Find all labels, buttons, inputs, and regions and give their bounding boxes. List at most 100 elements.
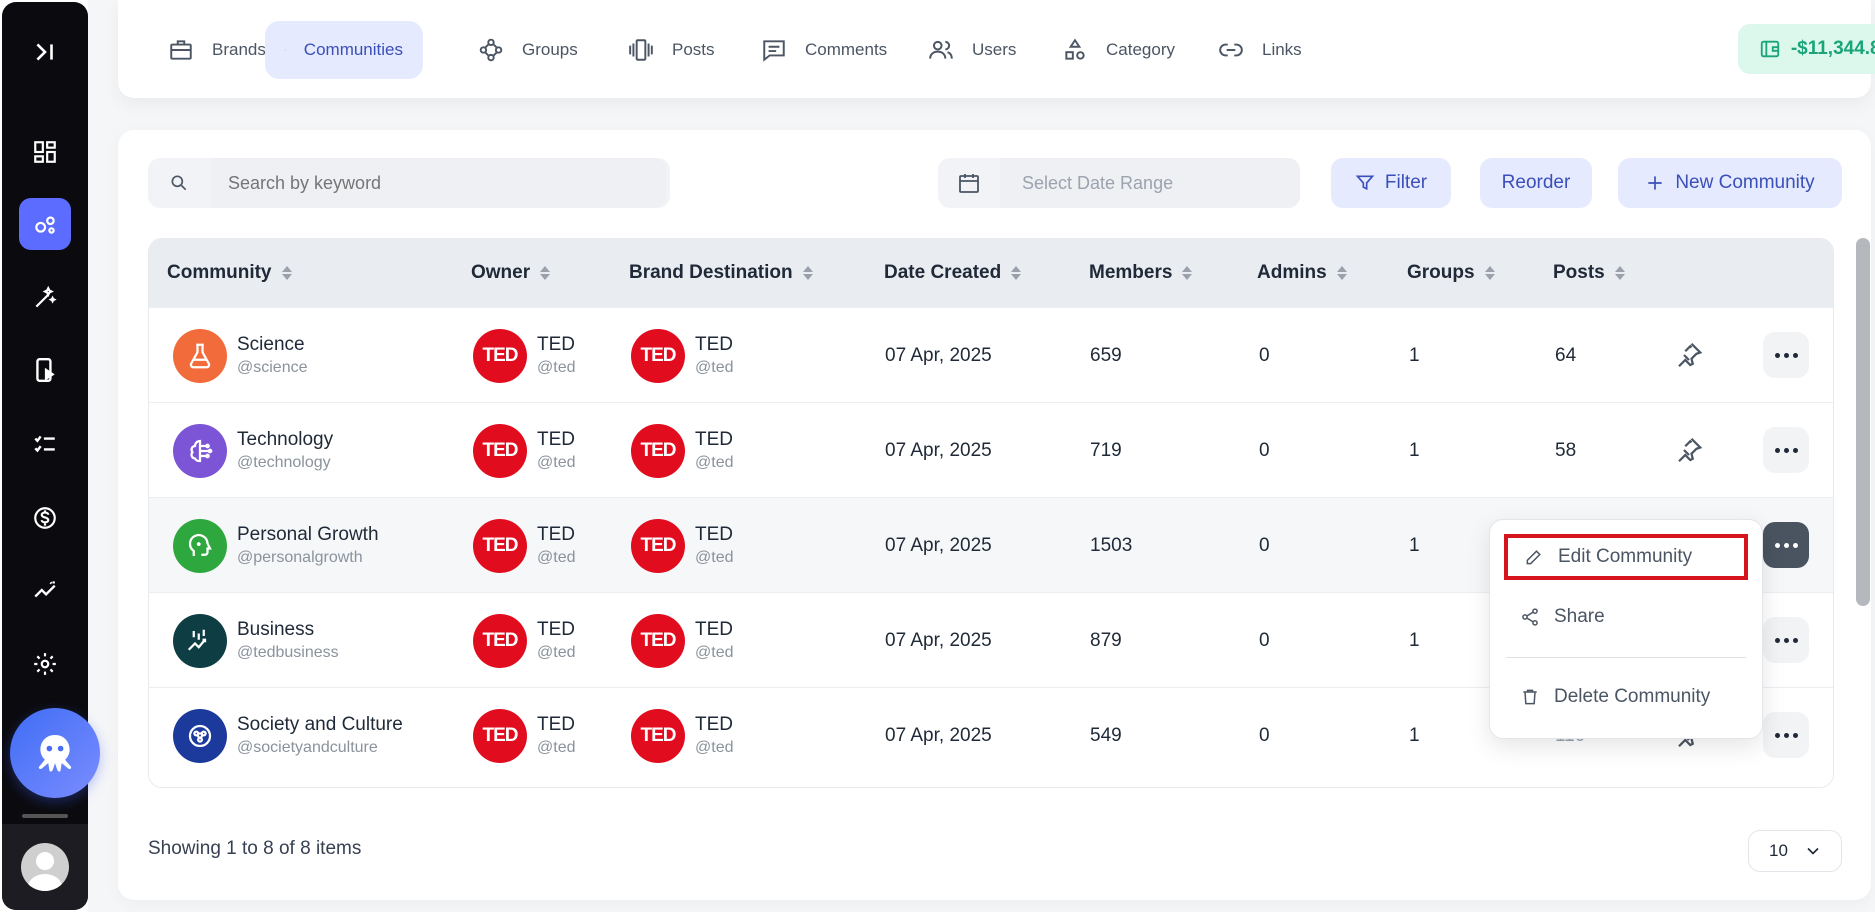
nav-comments[interactable]: Comments — [741, 21, 907, 79]
reorder-button[interactable]: Reorder — [1480, 158, 1592, 208]
expand-sidebar-icon[interactable] — [19, 26, 71, 78]
ted-logo-icon: TED — [631, 423, 685, 478]
nav-groups-label: Groups — [522, 40, 578, 59]
more-actions-button[interactable] — [1763, 617, 1809, 663]
col-members[interactable]: Members — [1089, 239, 1193, 307]
share-menu-item[interactable]: Share — [1504, 594, 1748, 640]
delete-community-menu-item[interactable]: Delete Community — [1504, 674, 1748, 720]
community-cell: Business @tedbusiness — [173, 593, 339, 688]
dollar-icon[interactable] — [19, 492, 71, 544]
analytics-icon[interactable] — [19, 564, 71, 616]
search-icon — [148, 158, 210, 208]
table-row[interactable]: Technology @technology TED TED @ted TED TE… — [149, 402, 1833, 498]
comment-icon — [763, 40, 785, 62]
checklist-icon[interactable] — [19, 418, 71, 470]
brand-handle: @ted — [695, 739, 734, 756]
settings-icon[interactable] — [19, 638, 71, 690]
brand-cell: TED TED @ted — [631, 498, 733, 593]
date-range-picker[interactable]: Select Date Range — [938, 158, 1300, 208]
date-created: 07 Apr, 2025 — [885, 534, 992, 556]
more-icon — [1774, 637, 1798, 643]
pin-icon[interactable] — [1667, 333, 1711, 377]
mobile-play-icon[interactable] — [19, 344, 71, 396]
community-cell: Technology @technology — [173, 403, 333, 498]
chevron-down-icon — [1807, 847, 1819, 855]
col-admins-label: Admins — [1257, 262, 1327, 283]
nav-links[interactable]: Links — [1198, 21, 1322, 79]
personal-growth-head-icon — [173, 518, 227, 573]
nav-users[interactable]: Users — [908, 21, 1036, 79]
magic-wand-icon[interactable] — [19, 272, 71, 324]
pin-icon[interactable] — [1667, 428, 1711, 472]
business-chart-icon — [173, 613, 227, 668]
brand-handle: @ted — [695, 359, 734, 376]
user-avatar[interactable] — [2, 824, 88, 910]
nav-users-label: Users — [972, 40, 1017, 59]
owner-cell: TED TED @ted — [473, 498, 575, 593]
nav-groups[interactable]: Groups — [458, 21, 598, 79]
nav-category[interactable]: Category — [1042, 21, 1195, 79]
nav-links-label: Links — [1262, 40, 1302, 59]
col-community[interactable]: Community — [167, 239, 292, 307]
date-created: 07 Apr, 2025 — [885, 439, 992, 461]
nav-posts[interactable]: Posts — [608, 21, 735, 79]
octopus-assistant-icon[interactable] — [10, 708, 100, 798]
posts-icon — [629, 39, 653, 61]
col-brand-destination[interactable]: Brand Destination — [629, 239, 813, 307]
edit-community-menu-item[interactable]: Edit Community — [1504, 534, 1748, 580]
brand-name: TED — [695, 714, 733, 735]
col-owner[interactable]: Owner — [471, 239, 551, 307]
owner-name: TED — [537, 619, 575, 640]
dashboard-icon[interactable] — [19, 126, 71, 178]
nav-communities-label: Communities — [303, 40, 403, 59]
owner-handle: @ted — [537, 454, 576, 471]
menu-divider — [1506, 657, 1746, 658]
owner-cell: TED TED @ted — [473, 308, 575, 403]
col-posts[interactable]: Posts — [1553, 239, 1625, 307]
avatar-placeholder-icon — [21, 843, 69, 891]
wallet-balance[interactable]: -$11,344.83 — [1738, 24, 1875, 74]
col-groups[interactable]: Groups — [1407, 239, 1495, 307]
date-created: 07 Apr, 2025 — [885, 629, 992, 651]
owner-name: TED — [537, 429, 575, 450]
top-navigation: Brands Communities Groups Posts Comments… — [118, 0, 1875, 98]
communities-nav-icon[interactable] — [19, 198, 71, 250]
more-actions-button[interactable] — [1763, 522, 1809, 568]
ted-logo-icon: TED — [631, 518, 685, 573]
admins-count: 0 — [1259, 629, 1270, 651]
groups-count: 1 — [1409, 629, 1420, 651]
col-admins[interactable]: Admins — [1257, 239, 1347, 307]
search-input[interactable] — [210, 158, 666, 208]
community-name: Personal Growth — [237, 524, 379, 545]
nav-category-label: Category — [1106, 40, 1175, 59]
scrollbar[interactable] — [1856, 238, 1870, 606]
col-date-created-label: Date Created — [884, 262, 1002, 283]
owner-cell: TED TED @ted — [473, 688, 575, 783]
more-actions-button[interactable] — [1763, 712, 1809, 758]
table-row[interactable]: Science @science TED TED @ted TED TED @ted … — [149, 307, 1833, 403]
pencil-icon — [1526, 550, 1541, 565]
date-created: 07 Apr, 2025 — [885, 344, 992, 366]
page-size-select[interactable]: 10 — [1748, 830, 1842, 872]
owner-handle: @ted — [537, 644, 576, 661]
more-actions-button[interactable] — [1763, 427, 1809, 473]
members-count: 879 — [1090, 629, 1122, 651]
ted-logo-icon: TED — [631, 328, 685, 383]
more-icon — [1774, 732, 1798, 738]
community-cell: Personal Growth @personalgrowth — [173, 498, 379, 593]
new-community-button[interactable]: New Community — [1618, 158, 1842, 208]
admins-count: 0 — [1259, 724, 1270, 746]
col-brand-destination-label: Brand Destination — [629, 262, 793, 283]
brand-name: TED — [695, 524, 733, 545]
wallet-icon — [1760, 40, 1779, 58]
share-icon — [1522, 608, 1538, 626]
brand-cell: TED TED @ted — [631, 593, 733, 688]
filter-button[interactable]: Filter — [1331, 158, 1451, 208]
community-name: Technology — [237, 429, 334, 450]
nav-communities[interactable]: Communities — [265, 21, 423, 79]
more-actions-button[interactable] — [1763, 332, 1809, 378]
ted-logo-icon: TED — [473, 423, 527, 478]
owner-name: TED — [537, 334, 575, 355]
brand-handle: @ted — [695, 644, 734, 661]
col-date-created[interactable]: Date Created — [884, 239, 1022, 307]
